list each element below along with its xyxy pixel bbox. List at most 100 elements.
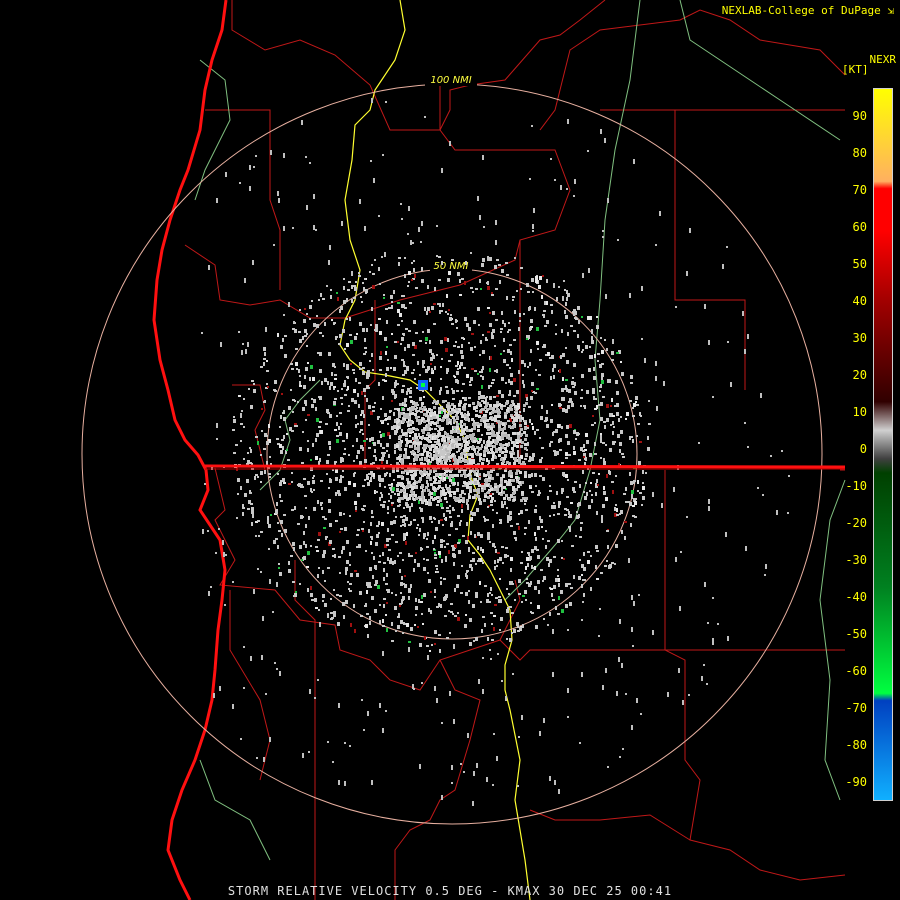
echo-pixel [431, 644, 433, 646]
echo-pixel [364, 278, 366, 280]
echo-pixel [379, 483, 381, 487]
echo-pixel [435, 527, 438, 531]
echo-pixel [647, 436, 649, 440]
echo-pixel [366, 328, 368, 332]
echo-pixel [487, 331, 490, 333]
echo-pixel [434, 441, 437, 443]
echo-pixel [487, 286, 490, 290]
echo-pixel [519, 471, 522, 474]
echo-pixel [456, 371, 459, 375]
echo-pixel [380, 504, 382, 506]
echo-pixel [282, 478, 285, 482]
echo-pixel [562, 377, 564, 381]
echo-pixel [238, 395, 241, 397]
echo-pixel [488, 436, 491, 439]
echo-pixel [269, 579, 271, 584]
echo-pixel [539, 437, 541, 439]
echo-pixel [279, 426, 281, 428]
echo-pixel [390, 495, 392, 499]
echo-pixel [312, 377, 315, 381]
echo-pixel [507, 331, 509, 333]
echo-pixel [476, 453, 479, 456]
echo-pixel [467, 447, 470, 450]
echo-pixel [240, 423, 243, 425]
echo-pixel [466, 460, 469, 463]
echo-pixel [581, 574, 583, 576]
echo-pixel [410, 429, 413, 432]
echo-pixel [498, 454, 501, 457]
echo-pixel [361, 391, 363, 395]
echo-pixel [400, 482, 403, 485]
echo-pixel [288, 406, 291, 410]
echo-pixel [395, 630, 397, 632]
echo-pixel [375, 328, 378, 332]
echo-pixel [606, 404, 609, 408]
echo-pixel [495, 415, 498, 418]
echo-pixel [309, 305, 312, 309]
echo-pixel [386, 320, 388, 324]
echo-pixel [633, 480, 636, 482]
echo-pixel [678, 668, 680, 673]
echo-pixel [391, 389, 394, 393]
echo-pixel [490, 488, 493, 491]
echo-pixel [469, 490, 472, 493]
echo-pixel [399, 569, 401, 573]
echo-pixel [288, 561, 290, 565]
echo-pixel [701, 676, 703, 681]
echo-pixel [473, 512, 476, 516]
echo-pixel [488, 460, 490, 464]
echo-pixel [362, 509, 365, 511]
echo-pixel [557, 575, 559, 577]
echo-pixel [776, 510, 778, 515]
echo-pixel [365, 550, 367, 552]
echo-pixel [353, 483, 356, 487]
echo-pixel [451, 436, 454, 439]
echo-pixel [589, 490, 591, 492]
echo-pixel [328, 509, 331, 513]
echo-pixel [585, 482, 587, 484]
echo-pixel [415, 428, 418, 431]
echo-pixel [688, 694, 690, 696]
echo-pixel [377, 585, 380, 589]
echo-pixel [347, 377, 349, 379]
echo-pixel [632, 645, 634, 647]
echo-pixel [567, 688, 569, 693]
echo-pixel [451, 259, 454, 261]
echo-pixel [375, 324, 378, 328]
echo-pixel [436, 568, 438, 570]
echo-pixel [251, 522, 253, 526]
echo-pixel [612, 431, 614, 435]
echo-pixel [282, 412, 285, 414]
echo-pixel [400, 489, 403, 492]
legend-tick: 20 [852, 368, 867, 382]
echo-pixel [434, 287, 436, 291]
echo-pixel [534, 431, 536, 435]
echo-pixel [327, 741, 329, 743]
echo-pixel [764, 574, 766, 576]
echo-pixel [240, 486, 242, 490]
echo-pixel [592, 390, 595, 394]
echo-pixel [444, 615, 447, 617]
echo-pixel [496, 756, 498, 761]
echo-pixel [410, 400, 413, 403]
echo-pixel [558, 596, 560, 600]
echo-pixel [431, 353, 434, 355]
echo-pixel [686, 271, 688, 276]
echo-pixel [465, 592, 468, 596]
echo-pixel [375, 566, 377, 570]
echo-pixel [422, 366, 425, 368]
echo-pixel [322, 516, 325, 518]
echo-pixel [267, 386, 269, 388]
echo-pixel [420, 462, 423, 465]
echo-pixel [313, 489, 315, 491]
echo-pixel [449, 412, 452, 415]
echo-pixel [232, 704, 234, 709]
echo-pixel [550, 588, 553, 590]
echo-pixel [244, 278, 246, 283]
echo-pixel [622, 456, 625, 458]
echo-pixel [641, 286, 643, 291]
echo-pixel [462, 430, 465, 433]
echo-pixel [400, 592, 402, 594]
echo-pixel [382, 433, 385, 437]
echo-pixel [275, 538, 278, 540]
